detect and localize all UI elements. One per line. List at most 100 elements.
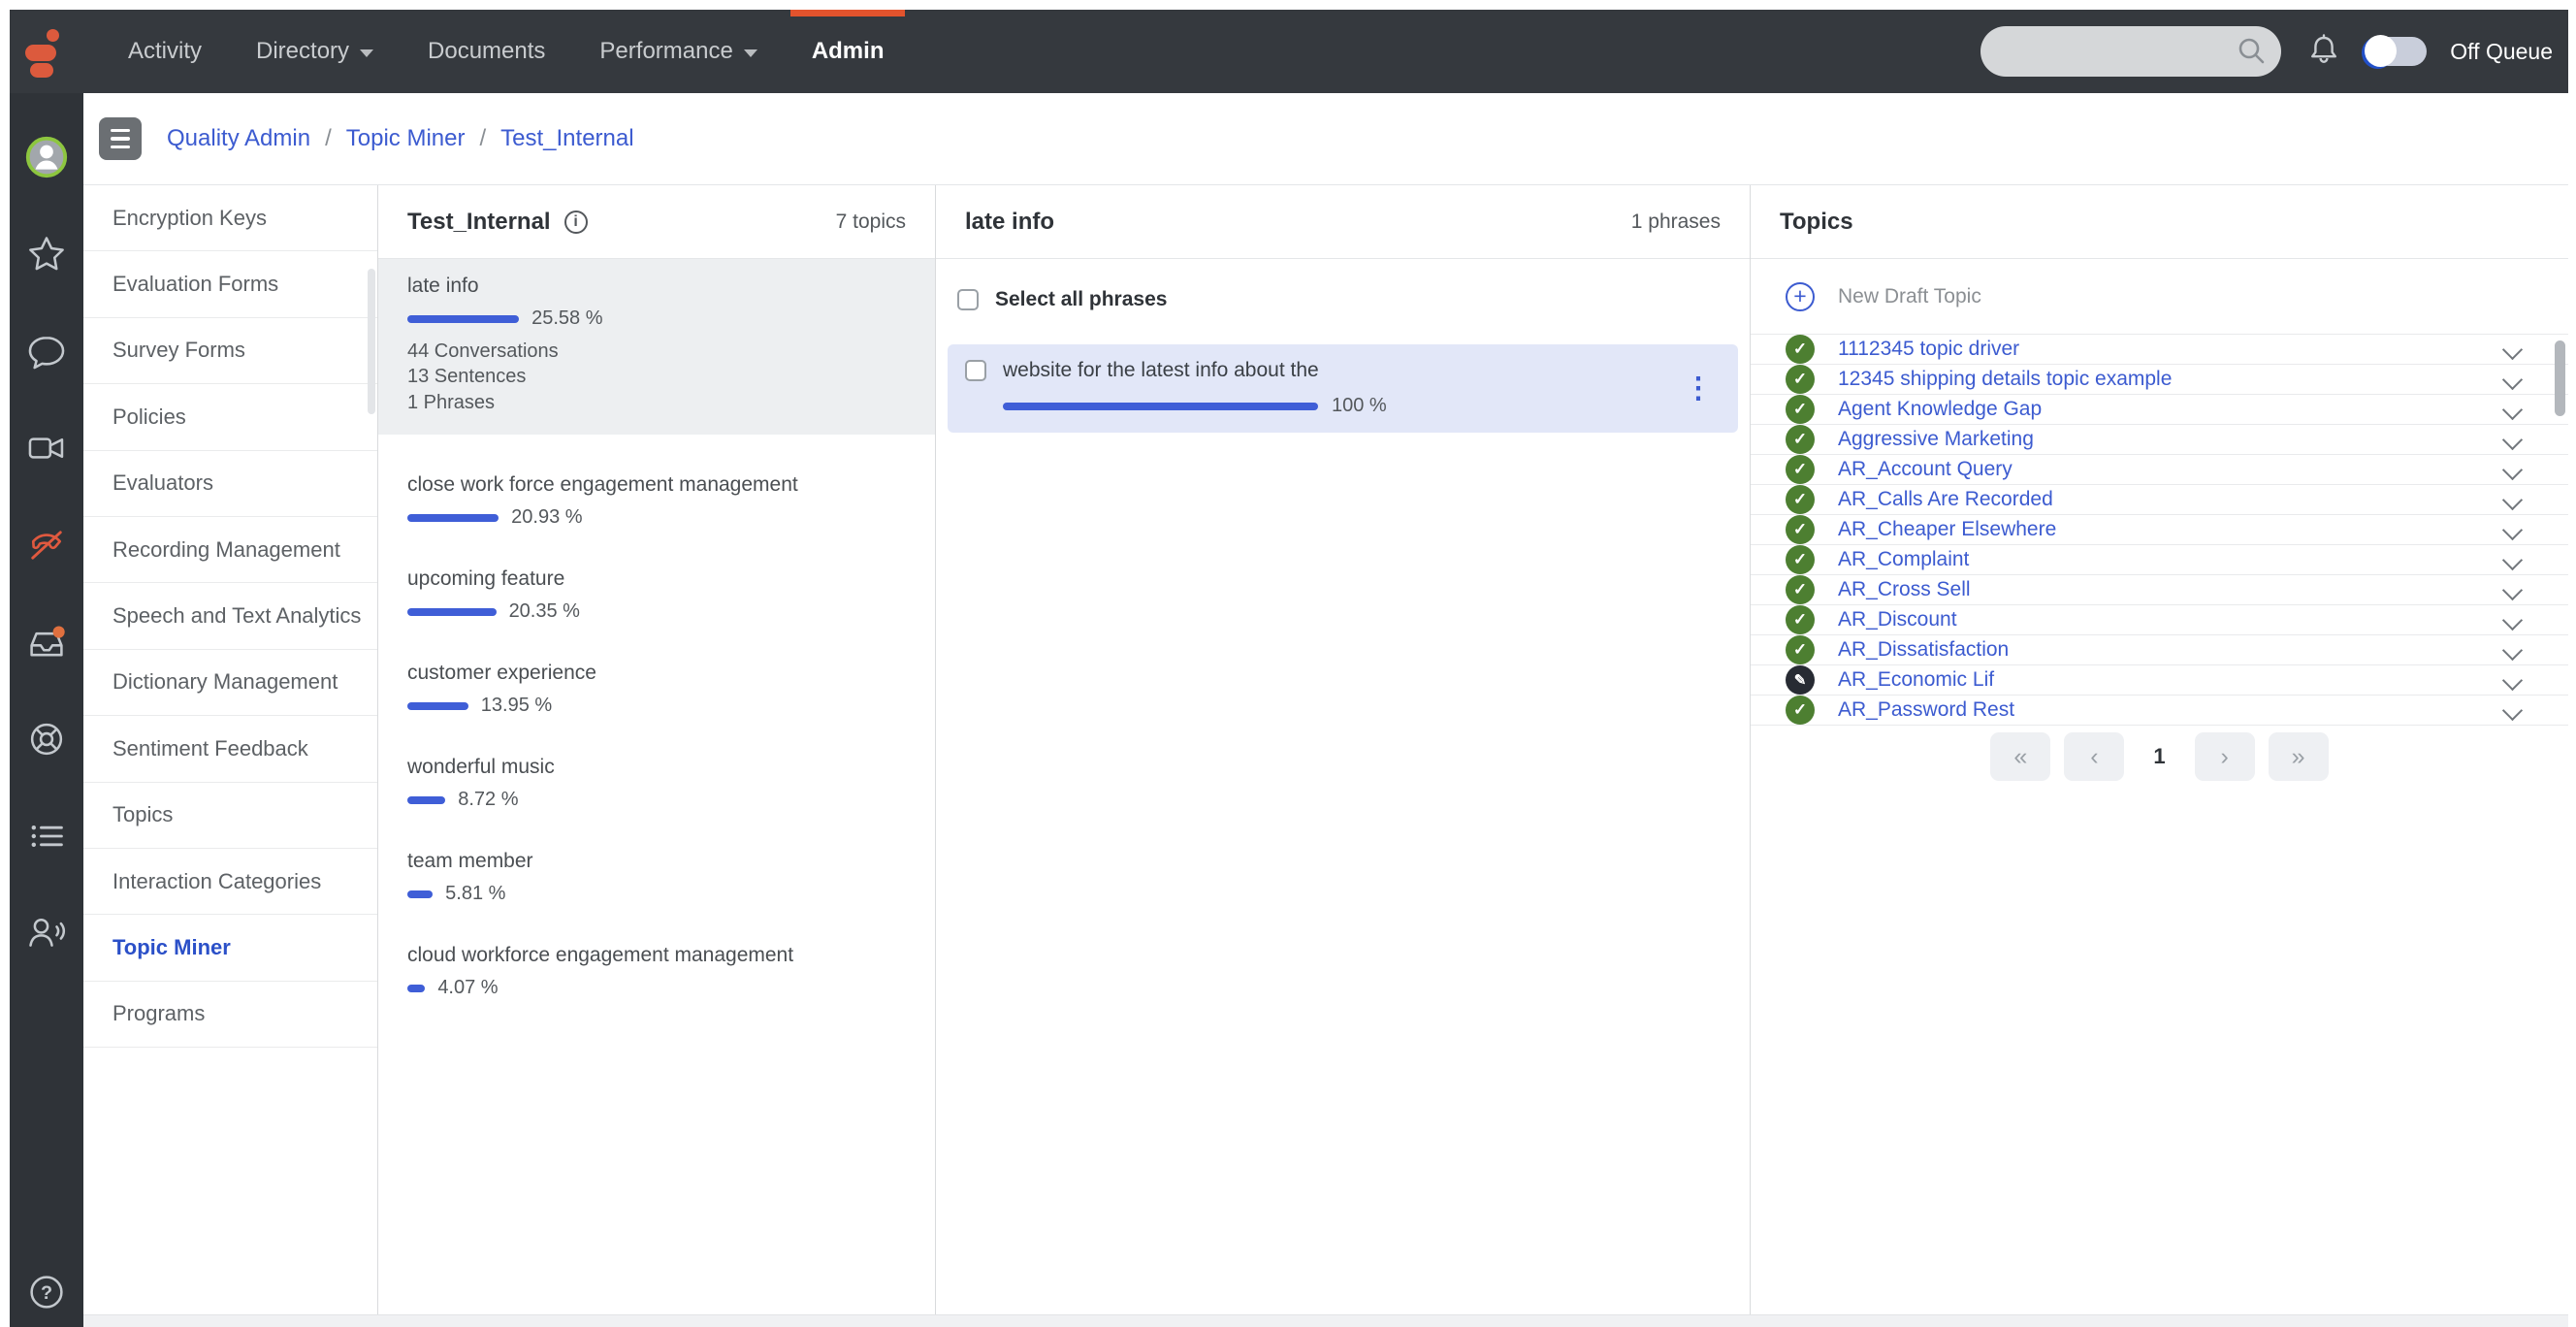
mined-topic-item[interactable]: cloud workforce engagement management4.0… (378, 944, 935, 999)
sidebar-item-sentiment-feedback[interactable]: Sentiment Feedback (83, 716, 377, 782)
chevron-down-icon[interactable] (2502, 549, 2523, 569)
phrase-row-top: website for the latest info about the (965, 359, 1721, 382)
topic-library-row[interactable]: ✓AR_Password Rest (1751, 696, 2568, 726)
nav-item-label: Documents (428, 38, 545, 65)
chevron-down-icon[interactable] (2502, 699, 2523, 720)
nav-item-directory[interactable]: Directory (229, 10, 401, 93)
topic-library-row[interactable]: ✓AR_Discount (1751, 605, 2568, 635)
list-icon[interactable] (25, 815, 68, 858)
topic-library-row[interactable]: ✓12345 shipping details topic example (1751, 365, 2568, 395)
breadcrumb-link-quality-admin[interactable]: Quality Admin (167, 125, 310, 152)
chevron-down-icon[interactable] (2502, 609, 2523, 630)
topic-library-row[interactable]: ✓AR_Cross Sell (1751, 575, 2568, 605)
chevron-down-icon[interactable] (2502, 459, 2523, 479)
sidebar-item-recording-management[interactable]: Recording Management (83, 517, 377, 583)
chevron-down-icon[interactable] (2502, 579, 2523, 599)
phrase-row[interactable]: website for the latest info about the100… (948, 344, 1738, 433)
last-page-button[interactable]: » (2269, 732, 2329, 781)
chevron-down-icon[interactable] (2502, 669, 2523, 690)
mined-topic-item[interactable]: wonderful music8.72 % (378, 756, 935, 811)
nav-item-performance[interactable]: Performance (572, 10, 784, 93)
chat-icon[interactable] (25, 330, 68, 372)
phone-disabled-icon[interactable] (25, 524, 68, 566)
sidebar-item-dictionary-management[interactable]: Dictionary Management (83, 650, 377, 716)
topic-link-ar-cross-sell[interactable]: AR_Cross Sell (1838, 578, 1971, 601)
nav-item-activity[interactable]: Activity (101, 10, 229, 93)
nav-item-documents[interactable]: Documents (401, 10, 572, 93)
topic-link-ar-complaint[interactable]: AR_Complaint (1838, 548, 1969, 571)
sidebar-item-encryption-keys[interactable]: Encryption Keys (83, 185, 377, 251)
sidebar-item-evaluators[interactable]: Evaluators (83, 451, 377, 517)
kebab-menu-icon[interactable]: ⋮ (1684, 374, 1713, 404)
prev-page-button[interactable]: ‹ (2064, 732, 2124, 781)
select-all-phrases[interactable]: Select all phrases (936, 288, 1750, 311)
mined-topic-name: customer experience (407, 662, 906, 685)
sidebar-item-topics[interactable]: Topics (83, 783, 377, 849)
chevron-down-icon[interactable] (2502, 519, 2523, 539)
bottom-scroll-track[interactable] (83, 1314, 2568, 1327)
collapse-menu-button[interactable] (99, 117, 142, 160)
support-lifering-icon[interactable] (25, 718, 68, 761)
sidebar-item-survey-forms[interactable]: Survey Forms (83, 318, 377, 384)
mined-topic-selected[interactable]: late info25.58 %44 Conversations13 Sente… (378, 259, 935, 435)
select-all-checkbox[interactable] (957, 289, 979, 310)
breadcrumb-link-topic-miner[interactable]: Topic Miner (346, 125, 466, 152)
video-icon[interactable] (25, 427, 68, 469)
topic-library-row[interactable]: ✓AR_Cheaper Elsewhere (1751, 515, 2568, 545)
topic-link-ar-economic-lif[interactable]: AR_Economic Lif (1838, 668, 1994, 692)
chevron-down-icon[interactable] (2502, 429, 2523, 449)
breadcrumb-link-test-internal[interactable]: Test_Internal (500, 125, 633, 152)
mined-topic-item[interactable]: close work force engagement management20… (378, 473, 935, 529)
topic-library-row[interactable]: ✎AR_Economic Lif (1751, 665, 2568, 696)
chevron-down-icon[interactable] (2502, 369, 2523, 389)
help-icon[interactable]: ? (25, 1271, 68, 1313)
agent-speaking-icon[interactable] (25, 912, 68, 955)
next-page-button[interactable]: › (2195, 732, 2255, 781)
topic-library-row[interactable]: ✓AR_Complaint (1751, 545, 2568, 575)
topic-link-ar-discount[interactable]: AR_Discount (1838, 608, 1957, 631)
inbox-badge-icon[interactable] (25, 621, 68, 664)
sidebar-item-interaction-categories[interactable]: Interaction Categories (83, 849, 377, 915)
sidebar-item-policies[interactable]: Policies (83, 384, 377, 450)
notifications-bell-icon[interactable] (2304, 30, 2343, 74)
chevron-down-icon[interactable] (2502, 339, 2523, 359)
nav-item-label: Activity (128, 38, 202, 65)
topic-link-ar-calls-are-recorded[interactable]: AR_Calls Are Recorded (1838, 488, 2053, 511)
topic-library-row[interactable]: ✓ Aggressive Marketing (1751, 425, 2568, 455)
sidebar-scrollbar[interactable] (368, 269, 375, 414)
topic-library-row[interactable]: ✓AR_Account Query (1751, 455, 2568, 485)
topic-link-ar-password-rest[interactable]: AR_Password Rest (1838, 698, 2014, 722)
user-presence-avatar[interactable] (25, 136, 68, 178)
topic-library-row[interactable]: ✓AR_Calls Are Recorded (1751, 485, 2568, 515)
mined-topic-item[interactable]: upcoming feature20.35 % (378, 567, 935, 623)
mined-topic-item[interactable]: team member5.81 % (378, 850, 935, 905)
topic-link-agent-knowledge-gap[interactable]: Agent Knowledge Gap (1838, 398, 2042, 421)
sidebar-item-evaluation-forms[interactable]: Evaluation Forms (83, 251, 377, 317)
topic-link-12345-shipping-details-topic-example[interactable]: 12345 shipping details topic example (1838, 368, 2172, 391)
chevron-down-icon[interactable] (2502, 489, 2523, 509)
sidebar-item-label: Topic Miner (113, 935, 231, 960)
first-page-button[interactable]: « (1990, 732, 2050, 781)
mined-topic-item[interactable]: customer experience13.95 % (378, 662, 935, 717)
topic-link-aggressive-marketing[interactable]: Aggressive Marketing (1838, 428, 2034, 451)
chevron-down-icon[interactable] (2502, 639, 2523, 660)
topic-link-ar-account-query[interactable]: AR_Account Query (1838, 458, 2012, 481)
topic-library-row[interactable]: ✓1112345 topic driver (1751, 335, 2568, 365)
queue-toggle[interactable] (2367, 37, 2427, 66)
topic-library-row[interactable]: ✓Agent Knowledge Gap (1751, 395, 2568, 425)
chevron-down-icon[interactable] (2502, 399, 2523, 419)
nav-item-admin[interactable]: Admin (785, 10, 912, 93)
topic-link-1112345-topic-driver[interactable]: 1112345 topic driver (1838, 338, 2019, 361)
topic-library-row[interactable]: ✓AR_Dissatisfaction (1751, 635, 2568, 665)
topic-link-ar-cheaper-elsewhere[interactable]: AR_Cheaper Elsewhere (1838, 518, 2056, 541)
topics-scrollbar[interactable] (2555, 340, 2565, 416)
sidebar-item-topic-miner[interactable]: Topic Miner (83, 915, 377, 981)
favorites-star-icon[interactable] (25, 233, 68, 275)
sidebar-item-speech-and-text-analytics[interactable]: Speech and Text Analytics (83, 583, 377, 649)
phrase-checkbox[interactable] (965, 360, 986, 381)
published-check-icon: ✓ (1786, 425, 1815, 454)
new-draft-topic-button[interactable]: + New Draft Topic (1751, 259, 2568, 335)
topic-link-ar-dissatisfaction[interactable]: AR_Dissatisfaction (1838, 638, 2009, 662)
info-icon[interactable]: i (564, 210, 588, 234)
sidebar-item-programs[interactable]: Programs (83, 982, 377, 1048)
